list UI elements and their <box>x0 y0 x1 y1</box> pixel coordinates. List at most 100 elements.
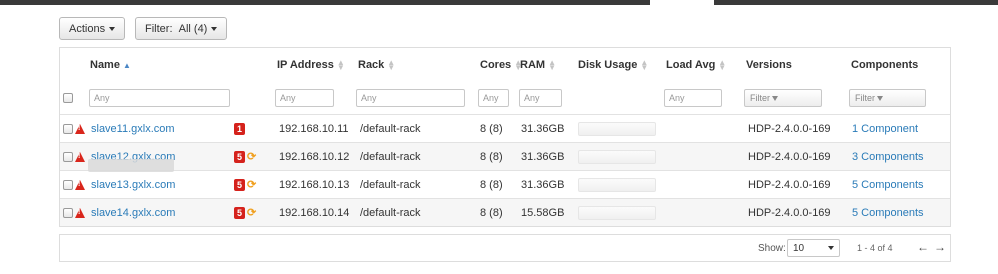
ram-filter-input[interactable]: Any <box>519 89 562 107</box>
filter-label: Filter: <box>145 23 173 35</box>
host-tooltip <box>88 159 174 172</box>
row-checkbox[interactable] <box>63 179 73 190</box>
host-version: HDP-2.4.0.0-169 <box>748 122 831 135</box>
caret-down-icon <box>211 27 218 32</box>
row-checkbox[interactable] <box>63 123 73 134</box>
col-ip-label: IP Address <box>277 59 334 71</box>
col-header-ip[interactable]: IP Address ▲ ▼ <box>277 48 345 82</box>
table-footer: Show: 10 1 - 4 of 4 ← → <box>59 234 951 262</box>
host-cores: 8 (8) <box>480 178 503 191</box>
host-name-link[interactable]: slave13.gxlx.com <box>91 171 175 198</box>
col-rack-label: Rack <box>358 59 385 71</box>
disk-usage-bar <box>578 121 656 136</box>
show-label: Show: <box>758 243 786 254</box>
name-filter-input[interactable]: Any <box>89 89 230 107</box>
filter-button[interactable]: Filter: All (4) <box>135 17 228 40</box>
components-link[interactable]: 1 Component <box>852 115 918 142</box>
host-ram: 15.58GB <box>521 206 565 219</box>
components-link[interactable]: 5 Components <box>852 171 924 198</box>
table-row[interactable]: slave12.gxlx.com 5⟳ 192.168.10.12 /defau… <box>60 142 950 170</box>
sort-icon: ▲ ▼ <box>718 58 727 72</box>
ip-filter-input[interactable]: Any <box>275 89 334 107</box>
col-name-label: Name <box>90 59 120 71</box>
components-filter-select[interactable]: Filter <box>849 89 926 107</box>
row-checkbox[interactable] <box>63 207 73 218</box>
disk-usage-bar <box>578 149 656 164</box>
host-ip: 192.168.10.13 <box>279 178 350 191</box>
alerts-badge[interactable]: 1 <box>234 122 245 135</box>
alerts-badge[interactable]: 5 <box>234 206 245 219</box>
host-rack: /default-rack <box>360 150 421 163</box>
col-header-rack[interactable]: Rack ▲ ▼ <box>358 48 395 82</box>
table-row[interactable]: slave11.gxlx.com 1 192.168.10.11 /defaul… <box>60 114 950 142</box>
host-cores: 8 (8) <box>480 150 503 163</box>
row-checkbox[interactable] <box>63 151 73 162</box>
components-link[interactable]: 5 Components <box>852 199 924 226</box>
host-ip: 192.168.10.11 <box>279 122 349 135</box>
warning-triangle-icon <box>75 207 85 218</box>
col-header-disk[interactable]: Disk Usage ▲ ▼ <box>578 48 648 82</box>
host-cores: 8 (8) <box>480 122 503 135</box>
col-header-components: Components <box>851 48 918 82</box>
col-versions-label: Versions <box>746 59 792 71</box>
arrow-left-icon[interactable]: ← <box>917 240 929 254</box>
sort-icon: ▲ ▼ <box>336 58 345 72</box>
sort-asc-icon: ▲ <box>122 60 131 70</box>
host-version: HDP-2.4.0.0-169 <box>748 150 831 163</box>
col-ram-label: RAM <box>520 59 546 71</box>
host-ram: 31.36GB <box>521 150 565 163</box>
actions-button[interactable]: Actions <box>59 17 126 40</box>
warning-triangle-icon <box>75 123 85 134</box>
col-disk-label: Disk Usage <box>578 59 638 71</box>
col-header-name[interactable]: Name ▲ <box>90 48 131 82</box>
rack-filter-input[interactable]: Any <box>356 89 465 107</box>
host-cores: 8 (8) <box>480 206 503 219</box>
host-rack: /default-rack <box>360 178 421 191</box>
col-load-label: Load Avg <box>666 59 716 71</box>
select-all-checkbox[interactable] <box>63 93 73 103</box>
host-version: HDP-2.4.0.0-169 <box>748 206 831 219</box>
col-header-cores[interactable]: Cores ▲ ▼ <box>480 48 522 82</box>
refresh-icon[interactable]: ⟳ <box>247 178 256 191</box>
refresh-icon[interactable]: ⟳ <box>247 150 256 163</box>
col-header-ram[interactable]: RAM ▲ ▼ <box>520 48 556 82</box>
hosts-table: Name ▲ IP Address ▲ ▼ Rack ▲ ▼ Cores ▲ ▼ RAM ▲ ▼ … <box>59 47 951 227</box>
page-size-value: 10 <box>793 243 805 254</box>
arrow-right-icon[interactable]: → <box>934 240 946 254</box>
host-ip: 192.168.10.14 <box>279 206 350 219</box>
host-name-link[interactable]: slave14.gxlx.com <box>91 199 175 226</box>
refresh-icon[interactable]: ⟳ <box>247 206 256 219</box>
alerts-badge[interactable]: 5 <box>234 150 245 163</box>
load-filter-input[interactable]: Any <box>664 89 722 107</box>
host-ram: 31.36GB <box>521 178 565 191</box>
col-components-label: Components <box>851 59 919 71</box>
page-size-select[interactable]: 10 <box>787 239 840 257</box>
host-ram: 31.36GB <box>521 122 565 135</box>
versions-filter-label: Filter <box>750 93 770 103</box>
sort-icon: ▲ ▼ <box>548 58 556 72</box>
sort-icon: ▲ ▼ <box>640 58 649 72</box>
host-rack: /default-rack <box>360 206 421 219</box>
table-header-row: Name ▲ IP Address ▲ ▼ Rack ▲ ▼ Cores ▲ ▼ RAM ▲ ▼ … <box>60 48 950 82</box>
table-row[interactable]: slave14.gxlx.com 5⟳ 192.168.10.14 /defau… <box>60 198 950 226</box>
table-row[interactable]: slave13.gxlx.com 5⟳ 192.168.10.13 /defau… <box>60 170 950 198</box>
host-version: HDP-2.4.0.0-169 <box>748 178 831 191</box>
host-name-link[interactable]: slave11.gxlx.com <box>91 115 175 142</box>
sort-icon: ▲ ▼ <box>387 58 396 72</box>
alerts-badge[interactable]: 5 <box>234 178 245 191</box>
active-nav-tab[interactable] <box>650 0 714 5</box>
funnel-icon <box>772 96 778 102</box>
disk-usage-bar <box>578 177 656 192</box>
col-header-load[interactable]: Load Avg ▲ ▼ <box>666 48 726 82</box>
col-cores-label: Cores <box>480 59 512 71</box>
host-ip: 192.168.10.12 <box>279 150 350 163</box>
versions-filter-select[interactable]: Filter <box>744 89 822 107</box>
warning-triangle-icon <box>75 179 85 190</box>
filter-value: All (4) <box>178 23 208 35</box>
cores-filter-input[interactable]: Any <box>478 89 509 107</box>
components-link[interactable]: 3 Components <box>852 143 924 170</box>
disk-usage-bar <box>578 205 656 220</box>
filter-row: Any Any Any Any Any Any Filter Filter <box>60 82 950 114</box>
col-header-versions: Versions <box>746 48 792 82</box>
actions-label: Actions <box>69 23 106 35</box>
